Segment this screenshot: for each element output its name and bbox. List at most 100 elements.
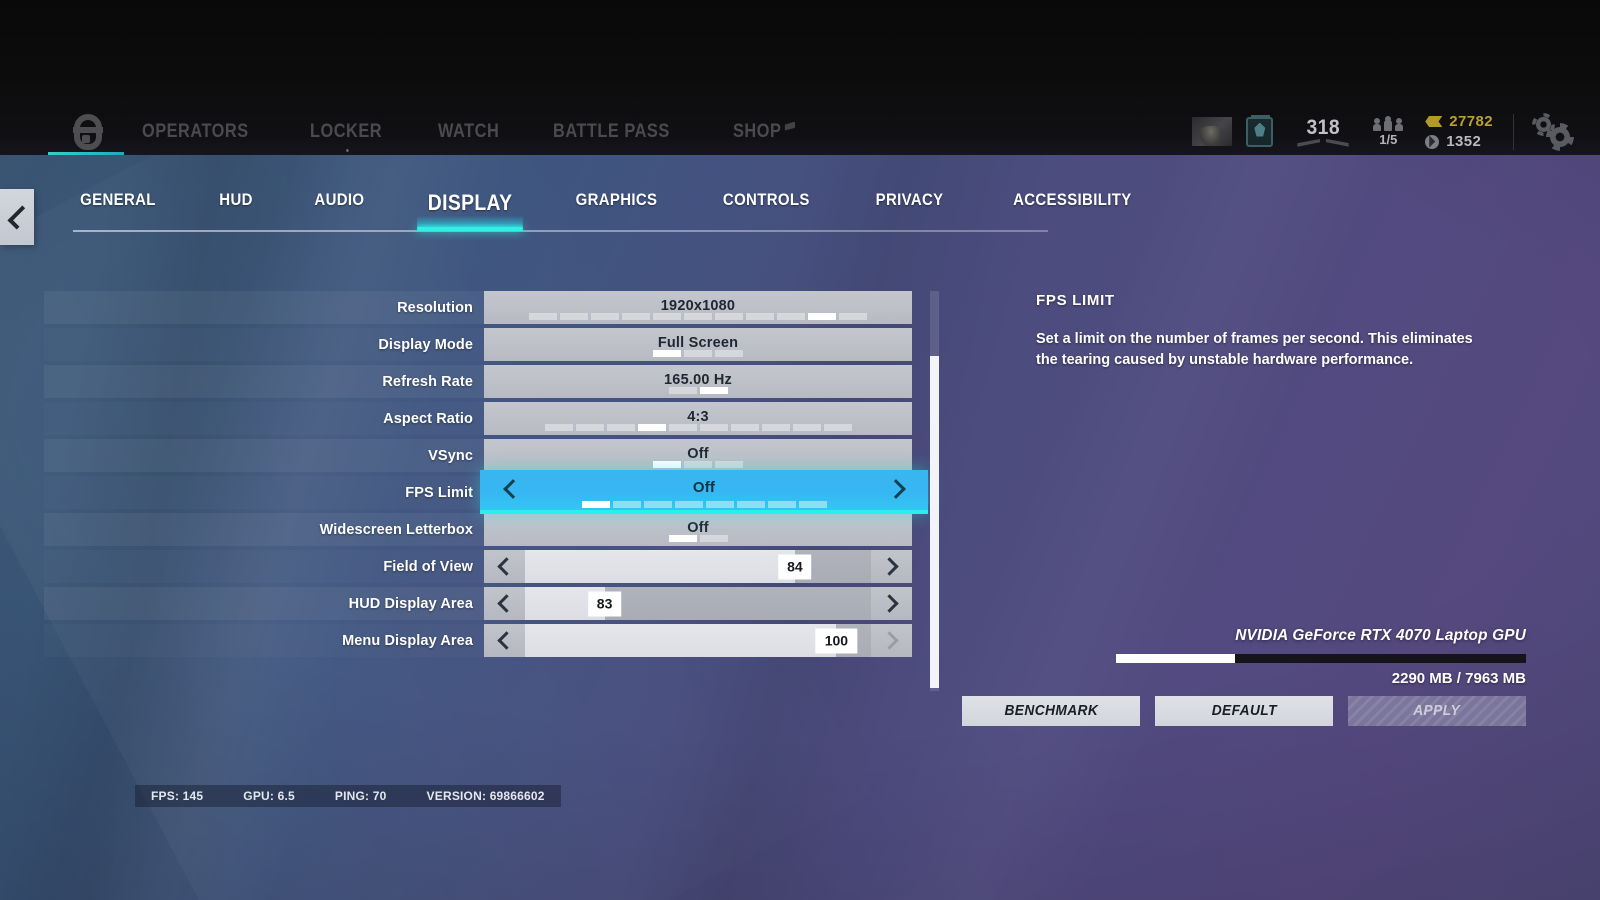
slider-increment-button[interactable]: [871, 550, 912, 583]
option-segment: [715, 313, 743, 320]
slider-track[interactable]: 83: [525, 587, 871, 620]
back-button[interactable]: [0, 189, 34, 245]
setting-row-hud-display-area[interactable]: HUD Display Area 83: [44, 587, 924, 620]
setting-value-cell[interactable]: Off: [484, 439, 912, 472]
slider-fill: [525, 624, 837, 657]
slider-fill: [525, 550, 795, 583]
tab-audio[interactable]: AUDIO: [313, 190, 366, 223]
setting-label: Refresh Rate: [382, 373, 473, 390]
setting-row-field-of-view[interactable]: Field of View 84: [44, 550, 924, 583]
logo-active-underline: [48, 152, 124, 155]
setting-value: 1920x1080: [660, 297, 736, 314]
tab-controls[interactable]: CONTROLS: [721, 190, 811, 223]
notification-dot-icon: [346, 148, 349, 152]
setting-label: FPS Limit: [405, 484, 473, 501]
default-button[interactable]: DEFAULT: [1155, 696, 1333, 726]
setting-row-resolution[interactable]: Resolution 1920x1080: [44, 291, 924, 324]
setting-value-cell[interactable]: Full Screen: [484, 328, 912, 361]
info-panel: FPS LIMIT Set a limit on the number of f…: [1036, 292, 1506, 370]
stat-gpu: GPU: 6.5: [243, 789, 295, 803]
option-segment: [544, 424, 573, 431]
slider-decrement-button[interactable]: [484, 624, 525, 657]
setting-value-cell[interactable]: 4:3: [484, 402, 912, 435]
renown-row[interactable]: 1352: [1425, 133, 1493, 150]
setting-row-vsync[interactable]: VSync Off: [44, 439, 924, 472]
slider-value: 83: [587, 591, 622, 616]
benchmark-button[interactable]: BENCHMARK: [962, 696, 1140, 726]
nav-item-watch[interactable]: WATCH: [438, 121, 499, 143]
apply-button[interactable]: APPLY: [1348, 696, 1526, 726]
setting-slider[interactable]: 100: [484, 624, 912, 657]
r6-siege-logo-icon[interactable]: [73, 113, 103, 150]
chevron-right-icon[interactable]: [886, 478, 906, 502]
credits-row[interactable]: 27782: [1425, 113, 1493, 130]
avatar[interactable]: [1192, 117, 1233, 146]
setting-value-highlighted[interactable]: Off: [480, 470, 928, 514]
nav-item-operators[interactable]: OPERATORS: [142, 121, 249, 143]
option-segment: [705, 501, 734, 508]
top-navigation-bar: OPERATORS LOCKER WATCH BATTLE PASS SHOP …: [0, 0, 1600, 155]
tab-hud[interactable]: HUD: [217, 190, 254, 223]
nav-label: OPERATORS: [142, 120, 249, 142]
setting-row-fps-limit[interactable]: FPS Limit Off: [44, 470, 928, 514]
tab-label: GENERAL: [80, 190, 156, 209]
tab-label: CONTROLS: [722, 190, 810, 209]
settings-gear-icon[interactable]: [1536, 116, 1570, 147]
squad-indicator[interactable]: 1/5: [1373, 116, 1404, 147]
nav-item-shop[interactable]: SHOP: [733, 121, 781, 143]
setting-slider[interactable]: 84: [484, 550, 912, 583]
option-segment: [761, 424, 790, 431]
tab-label: ACCESSIBILITY: [1012, 190, 1132, 209]
tab-label: PRIVACY: [876, 190, 944, 209]
setting-value: Full Screen: [657, 334, 739, 351]
setting-row-aspect-ratio[interactable]: Aspect Ratio 4:3: [44, 402, 924, 435]
gpu-info: NVIDIA GeForce RTX 4070 Laptop GPU 2290 …: [1116, 627, 1526, 687]
setting-label-cell: HUD Display Area: [44, 587, 484, 620]
nav-item-locker[interactable]: LOCKER: [310, 120, 383, 152]
option-segment: [653, 461, 681, 468]
setting-row-widescreen-letterbox[interactable]: Widescreen Letterbox Off: [44, 513, 924, 546]
tab-privacy[interactable]: PRIVACY: [874, 190, 945, 223]
setting-row-display-mode[interactable]: Display Mode Full Screen: [44, 328, 924, 361]
setting-row-refresh-rate[interactable]: Refresh Rate 165.00 Hz: [44, 365, 924, 398]
setting-row-menu-display-area[interactable]: Menu Display Area 100: [44, 624, 924, 657]
vram-usage-bar: [1116, 654, 1526, 663]
gpu-name: NVIDIA GeForce RTX 4070 Laptop GPU: [1235, 627, 1526, 644]
setting-label-cell: Display Mode: [44, 328, 484, 361]
nav-item-battle-pass[interactable]: BATTLE PASS: [553, 121, 670, 143]
setting-value: Off: [692, 479, 716, 496]
setting-value-cell[interactable]: 1920x1080: [484, 291, 912, 324]
option-segment-indicator: [484, 387, 912, 394]
settings-scrollbar-thumb[interactable]: [930, 356, 939, 688]
setting-slider[interactable]: 83: [484, 587, 912, 620]
vram-usage-text: 2290 MB / 7963 MB: [1391, 670, 1526, 687]
slider-decrement-button[interactable]: [484, 550, 525, 583]
setting-value-cell[interactable]: Off: [484, 513, 912, 546]
game-settings-screen: OPERATORS LOCKER WATCH BATTLE PASS SHOP …: [0, 0, 1600, 900]
slider-track[interactable]: 100: [525, 624, 871, 657]
option-segment: [684, 350, 712, 357]
slider-increment-button[interactable]: [871, 587, 912, 620]
chevron-left-icon[interactable]: [503, 478, 523, 502]
settings-tab-bar: GENERAL HUD AUDIO DISPLAY GRAPHICS CONTR…: [73, 190, 1131, 232]
slider-decrement-button[interactable]: [484, 587, 525, 620]
tab-general[interactable]: GENERAL: [78, 190, 157, 223]
alpha-pack-icon[interactable]: [1246, 114, 1274, 147]
option-segment: [792, 424, 821, 431]
option-segment: [612, 501, 641, 508]
tab-graphics[interactable]: GRAPHICS: [574, 190, 659, 223]
slider-increment-button[interactable]: [871, 624, 912, 657]
slider-value: 84: [778, 554, 812, 579]
setting-label-cell: Aspect Ratio: [44, 402, 484, 435]
option-segment: [730, 424, 759, 431]
setting-label-cell: Resolution: [44, 291, 484, 324]
slider-track[interactable]: 84: [525, 550, 871, 583]
tab-display[interactable]: DISPLAY: [416, 190, 523, 231]
setting-label: Field of View: [383, 558, 473, 575]
setting-label-cell: FPS Limit: [44, 476, 484, 509]
option-segment: [808, 313, 836, 320]
nav-label: LOCKER: [310, 120, 383, 142]
setting-value-cell[interactable]: 165.00 Hz: [484, 365, 912, 398]
option-segment: [581, 501, 610, 508]
tab-accessibility[interactable]: ACCESSIBILITY: [1011, 190, 1133, 223]
